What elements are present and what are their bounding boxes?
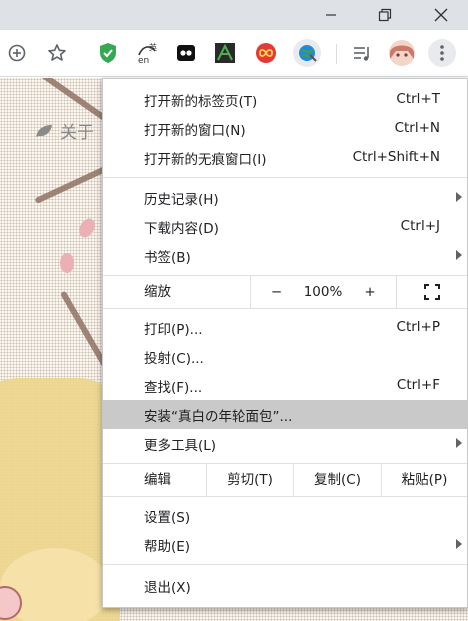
menu-cast[interactable]: 投射(C)... bbox=[103, 342, 467, 371]
about-label: 关于 bbox=[60, 123, 94, 143]
menu-shortcut: Ctrl+J bbox=[400, 218, 440, 234]
zoom-in-button[interactable]: + bbox=[344, 276, 396, 308]
cut-button[interactable]: 剪切(T) bbox=[206, 464, 293, 496]
menu-shortcut: Ctrl+Shift+N bbox=[352, 149, 440, 165]
minimize-icon bbox=[326, 14, 336, 16]
title-bar bbox=[0, 0, 468, 30]
edit-label: 编辑 bbox=[144, 472, 171, 488]
menu-bookmarks[interactable]: 书签(B) bbox=[103, 241, 467, 270]
zoom-out-button[interactable]: − bbox=[250, 276, 302, 308]
browser-toolbar: en 英 bbox=[0, 30, 468, 77]
chrome-main-menu: 打开新的标签页(T) Ctrl+T 打开新的窗口(N) Ctrl+N 打开新的无… bbox=[102, 78, 468, 608]
menu-print[interactable]: 打印(P)... Ctrl+P bbox=[103, 313, 467, 342]
infinity-extension-icon[interactable] bbox=[252, 39, 280, 67]
menu-divider bbox=[103, 496, 467, 497]
menu-more-tools[interactable]: 更多工具(L) bbox=[103, 429, 467, 458]
more-vert-icon[interactable] bbox=[428, 39, 456, 67]
menu-find[interactable]: 查找(F)... Ctrl+F bbox=[103, 371, 467, 400]
submenu-arrow-icon bbox=[456, 250, 462, 260]
translate-extension-icon[interactable]: en 英 bbox=[133, 39, 161, 67]
menu-downloads[interactable]: 下载内容(D) Ctrl+J bbox=[103, 212, 467, 241]
fullscreen-icon bbox=[424, 284, 440, 300]
star-icon[interactable] bbox=[43, 39, 71, 67]
menu-item-label: 书签(B) bbox=[144, 249, 191, 266]
close-icon bbox=[434, 8, 448, 22]
restore-icon bbox=[378, 8, 392, 22]
menu-shortcut: Ctrl+T bbox=[396, 91, 440, 107]
menu-shortcut: Ctrl+N bbox=[394, 120, 440, 136]
svg-text:en: en bbox=[138, 56, 149, 65]
menu-item-label: 下载内容(D) bbox=[144, 220, 219, 237]
menu-item-label: 打开新的无痕窗口(I) bbox=[144, 151, 267, 168]
menu-new-tab[interactable]: 打开新的标签页(T) Ctrl+T bbox=[103, 85, 467, 114]
menu-item-label: 历史记录(H) bbox=[144, 191, 219, 208]
menu-divider bbox=[103, 177, 467, 178]
shield-extension-icon[interactable] bbox=[94, 39, 122, 67]
submenu-arrow-icon bbox=[456, 539, 462, 549]
menu-help[interactable]: 帮助(E) bbox=[103, 530, 467, 559]
menu-history[interactable]: 历史记录(H) bbox=[103, 183, 467, 212]
minimize-button[interactable] bbox=[308, 0, 354, 30]
menu-divider bbox=[103, 308, 467, 309]
profile-avatar[interactable] bbox=[388, 39, 416, 67]
toolbar-separator bbox=[336, 44, 337, 64]
menu-item-label: 设置(S) bbox=[144, 509, 191, 526]
menu-edit-row: 编辑 剪切(T) 复制(C) 粘贴(P) bbox=[103, 464, 467, 496]
menu-item-label: 打印(P)... bbox=[144, 321, 203, 338]
menu-shortcut: Ctrl+P bbox=[396, 319, 440, 335]
zoom-level: 100% bbox=[303, 284, 343, 300]
menu-new-incognito[interactable]: 打开新的无痕窗口(I) Ctrl+Shift+N bbox=[103, 143, 467, 172]
menu-divider bbox=[103, 564, 467, 565]
menu-item-label: 帮助(E) bbox=[144, 538, 191, 555]
submenu-arrow-icon bbox=[456, 192, 462, 202]
add-circle-icon[interactable] bbox=[3, 39, 31, 67]
plant-extension-icon[interactable] bbox=[211, 39, 239, 67]
menu-new-window[interactable]: 打开新的窗口(N) Ctrl+N bbox=[103, 114, 467, 143]
restore-button[interactable] bbox=[362, 0, 408, 30]
leaf-icon bbox=[36, 124, 52, 137]
menu-shortcut: Ctrl+F bbox=[396, 377, 440, 393]
media-queue-icon[interactable] bbox=[348, 39, 376, 67]
menu-item-label: 投射(C)... bbox=[144, 350, 204, 367]
menu-item-label: 查找(F)... bbox=[144, 379, 203, 396]
menu-item-label: 打开新的窗口(N) bbox=[144, 122, 246, 139]
submenu-arrow-icon bbox=[456, 438, 462, 448]
petal-decoration bbox=[60, 253, 74, 273]
menu-install-app[interactable]: 安装“真白の年轮面包”... bbox=[103, 400, 467, 429]
close-button[interactable] bbox=[418, 0, 464, 30]
svg-text:英: 英 bbox=[149, 42, 157, 52]
menu-item-label: 更多工具(L) bbox=[144, 437, 217, 454]
copy-button[interactable]: 复制(C) bbox=[293, 464, 381, 496]
about-link[interactable]: 关于 bbox=[34, 118, 94, 143]
menu-item-label: 安装“真白の年轮面包”... bbox=[144, 408, 293, 425]
menu-exit[interactable]: 退出(X) bbox=[103, 571, 467, 600]
paste-button[interactable]: 粘贴(P) bbox=[381, 464, 467, 496]
globe-extension-icon[interactable] bbox=[293, 39, 321, 67]
menu-item-label: 退出(X) bbox=[144, 579, 191, 596]
menu-item-label: 打开新的标签页(T) bbox=[144, 93, 258, 110]
fullscreen-button[interactable] bbox=[396, 276, 467, 308]
menu-zoom-row: 缩放 − 100% + bbox=[103, 276, 467, 308]
face-extension-icon[interactable] bbox=[172, 39, 200, 67]
petal-decoration bbox=[75, 215, 99, 241]
zoom-label: 缩放 bbox=[144, 284, 171, 300]
menu-settings[interactable]: 设置(S) bbox=[103, 501, 467, 530]
